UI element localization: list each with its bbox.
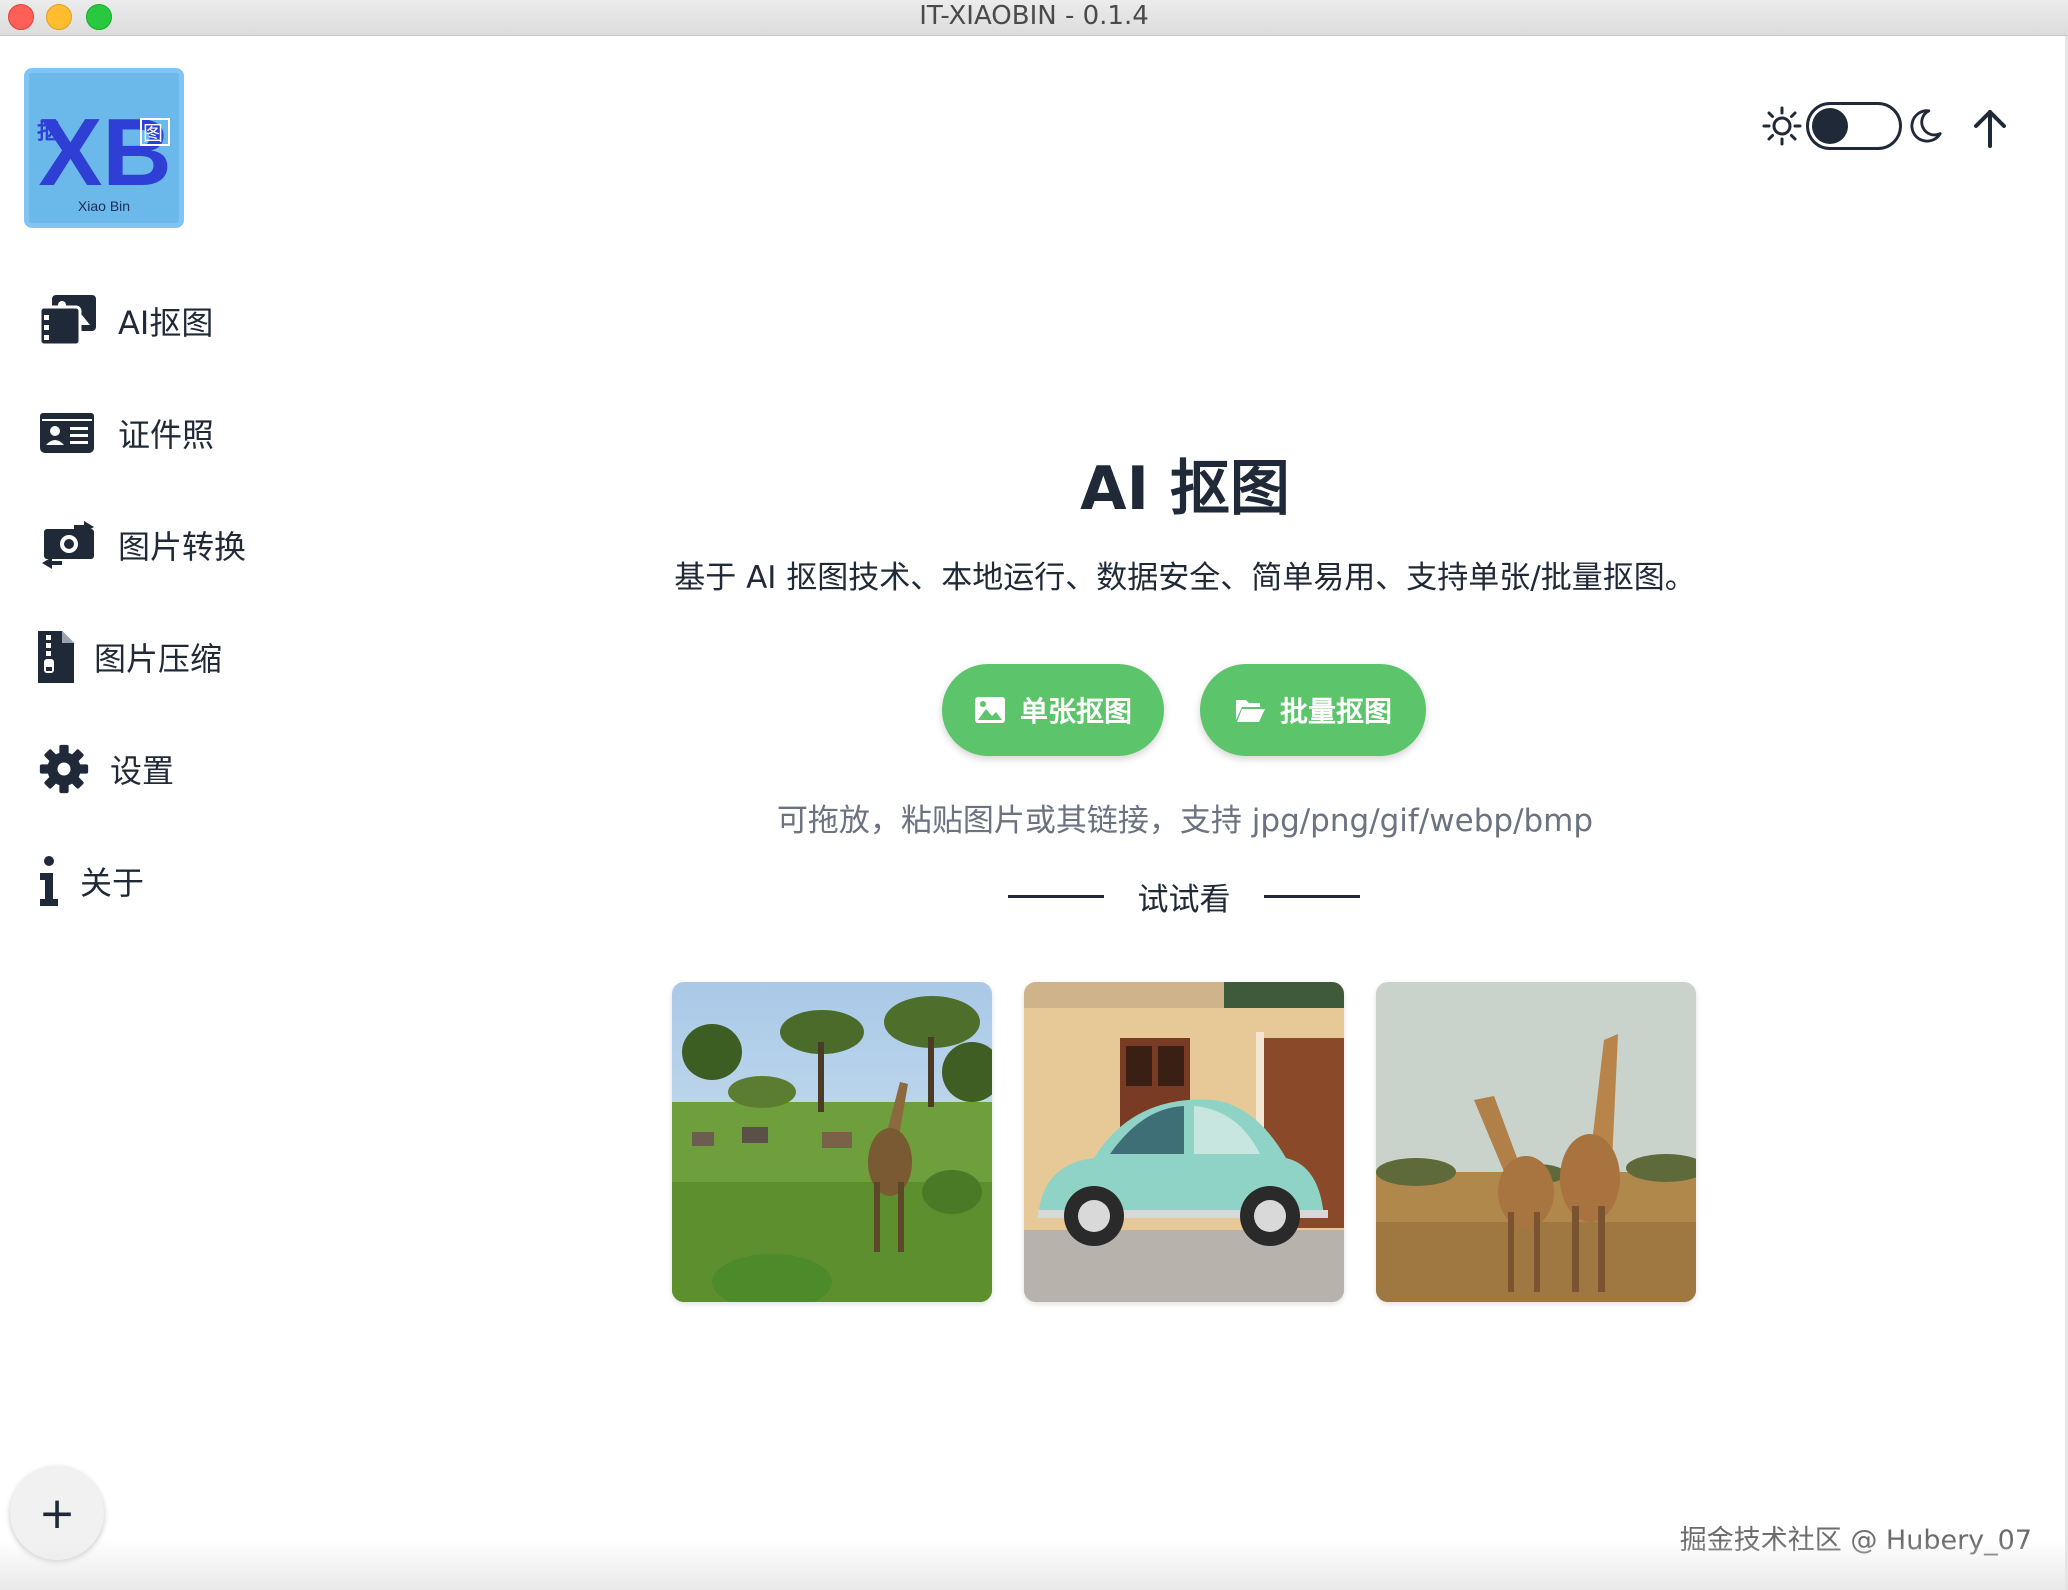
sidebar-item-label: AI抠图 [118, 304, 214, 342]
logo-caption: Xiao Bin [78, 198, 130, 214]
sample-image-two-giraffes[interactable] [1376, 982, 1696, 1302]
moon-icon [1910, 109, 1942, 143]
sample-image-vintage-car[interactable] [1024, 982, 1344, 1302]
divider-line-left [1008, 894, 1104, 898]
info-icon [36, 849, 62, 913]
file-zipper-icon [36, 625, 76, 689]
drop-hint: 可拖放，粘贴图片或其链接，支持 jpg/png/gif/webp/bmp [776, 803, 1594, 839]
try-label: 试试看 [1137, 881, 1231, 918]
sidebar-item-label: 图片压缩 [94, 640, 223, 678]
batch-matting-label: 批量抠图 [1279, 696, 1392, 727]
bottom-shade [0, 1540, 2068, 1590]
single-matting-button[interactable]: 单张抠图 [942, 664, 1164, 756]
batch-matting-button[interactable]: 批量抠图 [1200, 664, 1426, 756]
sidebar-item-label: 图片转换 [118, 528, 247, 566]
sun-icon [1762, 106, 1802, 146]
sidebar-item-image-compress[interactable]: 图片压缩 [36, 622, 222, 692]
theme-switch-knob [1812, 108, 1848, 144]
sidebar-item-image-convert[interactable]: 图片转换 [36, 510, 246, 580]
image-icon [974, 697, 1005, 723]
sidebar-item-settings[interactable]: 设置 [36, 734, 174, 804]
folder-open-icon [1235, 700, 1265, 722]
sample-image-giraffe-savanna[interactable] [672, 982, 992, 1302]
page-subtitle: 基于 AI 抠图技术、本地运行、数据安全、简单易用、支持单张/批量抠图。 [674, 560, 1696, 596]
sidebar-item-about[interactable]: 关于 [36, 846, 144, 916]
theme-toggle[interactable] [1762, 102, 1944, 150]
app-logo: XB 抠 图 Xiao Bin [24, 68, 184, 228]
app-window: IT-XIAOBIN - 0.1.4 XB 抠 图 Xiao Bin AI抠图 [0, 0, 2068, 1590]
title-bar: IT-XIAOBIN - 0.1.4 [0, 0, 2068, 36]
logo-right-char: 图 [143, 121, 163, 145]
logo-left-char: 抠 [37, 120, 59, 145]
sidebar-item-label: 设置 [110, 752, 175, 790]
sidebar-item-label: 证件照 [118, 416, 215, 454]
logo-main-text: XB [38, 99, 171, 206]
sidebar-item-label: 关于 [80, 864, 145, 902]
money-bill-transfer-icon [36, 513, 100, 577]
page-title: AI 抠图 [1080, 454, 1290, 524]
divider-line-right [1264, 894, 1360, 898]
try-divider: 试试看 [1008, 872, 1360, 920]
gear-icon [36, 737, 92, 801]
window-title: IT-XIAOBIN - 0.1.4 [919, 1, 1149, 31]
arrow-up-icon[interactable] [1966, 104, 2014, 152]
sidebar-item-id-photo[interactable]: 证件照 [36, 398, 214, 468]
id-card-icon [36, 401, 100, 465]
sidebar-item-ai-matting[interactable]: AI抠图 [36, 286, 213, 356]
single-matting-label: 单张抠图 [1019, 696, 1132, 727]
images-icon [36, 289, 100, 353]
theme-switch[interactable] [1806, 102, 1902, 150]
